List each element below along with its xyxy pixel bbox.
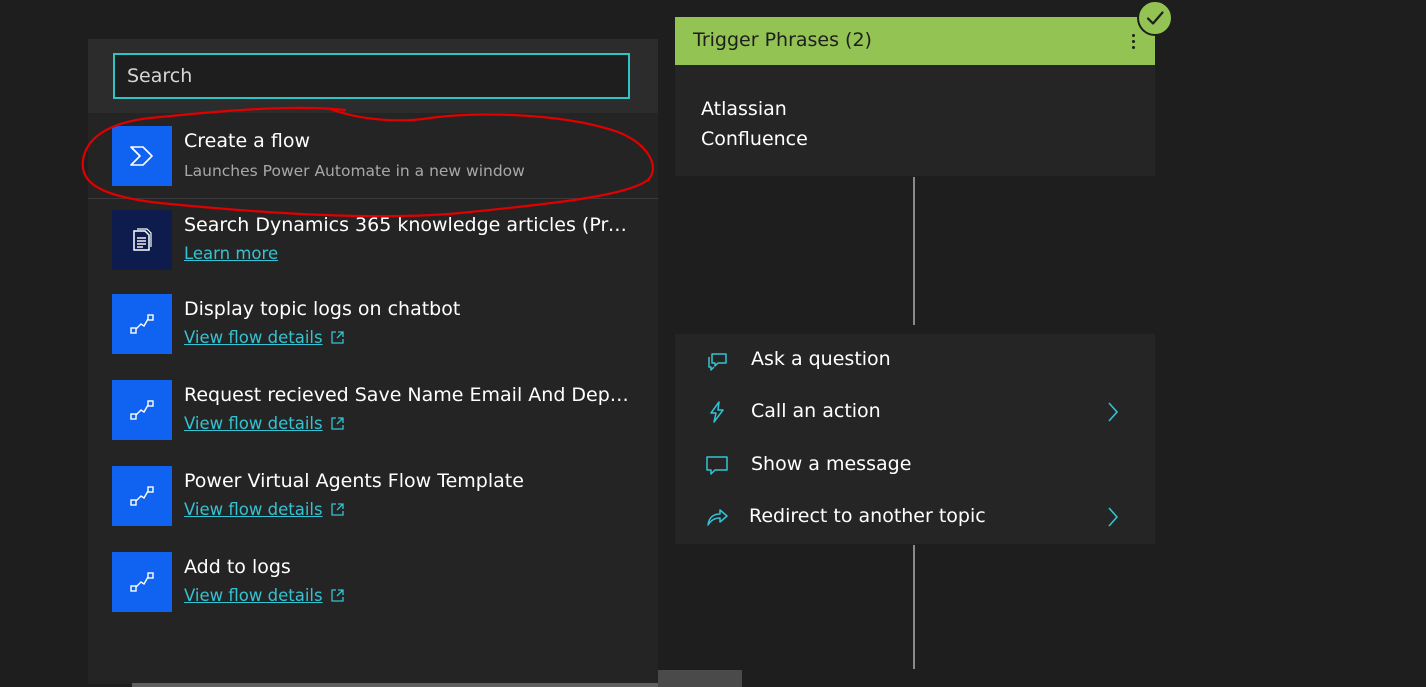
document-icon: [112, 210, 172, 270]
search-bar: [88, 39, 658, 113]
item-title: Search Dynamics 365 knowledge articles (…: [184, 214, 636, 236]
flow-icon: [112, 380, 172, 440]
message-icon: [706, 456, 728, 475]
trigger-card-header: Trigger Phrases (2): [675, 17, 1155, 65]
add-menu-label: Call an action: [751, 400, 881, 422]
connector-line-top: [913, 177, 915, 325]
item-title: Add to logs: [184, 556, 291, 578]
call-action-option[interactable]: Call an action: [675, 386, 1155, 438]
search-input[interactable]: [113, 53, 630, 99]
link-text[interactable]: Learn more: [184, 244, 278, 263]
view-flow-details-link[interactable]: View flow details: [184, 328, 344, 347]
redirect-topic-option[interactable]: Redirect to another topic: [675, 491, 1155, 543]
scrollbar-thumb[interactable]: [658, 670, 742, 687]
add-menu-label: Ask a question: [751, 348, 891, 370]
add-menu-label: Show a message: [751, 453, 912, 475]
trigger-card-title: Trigger Phrases (2): [693, 29, 872, 51]
external-link-icon: [330, 589, 344, 602]
question-chat-icon: [708, 353, 727, 371]
add-node-menu: Ask a question Call an action Show a mes…: [675, 334, 1155, 544]
external-link-icon: [330, 503, 344, 516]
more-options-icon[interactable]: [1121, 29, 1145, 53]
checkmark-icon: [1137, 0, 1173, 36]
horizontal-scrollbar[interactable]: [132, 683, 658, 687]
power-automate-icon: [112, 126, 172, 186]
external-link-icon: [330, 417, 344, 430]
flow-icon: [112, 294, 172, 354]
external-link-icon: [330, 331, 344, 344]
item-subtitle: Launches Power Automate in a new window: [184, 162, 525, 180]
lightning-icon: [710, 401, 724, 423]
item-title: Power Virtual Agents Flow Template: [184, 470, 524, 492]
link-text[interactable]: View flow details: [184, 414, 323, 433]
view-flow-details-link[interactable]: View flow details: [184, 414, 344, 433]
view-flow-details-link[interactable]: View flow details: [184, 500, 344, 519]
link-text[interactable]: View flow details: [184, 328, 323, 347]
view-flow-details-link[interactable]: View flow details: [184, 586, 344, 605]
link-text[interactable]: View flow details: [184, 500, 323, 519]
trigger-phrase-list: Atlassian Confluence: [701, 94, 808, 154]
flow-icon: [112, 466, 172, 526]
add-menu-label: Redirect to another topic: [749, 505, 986, 527]
chevron-right-icon: [1108, 507, 1119, 527]
flow-icon: [112, 552, 172, 612]
ask-question-option[interactable]: Ask a question: [675, 334, 1155, 386]
trigger-phrase: Atlassian: [701, 98, 787, 120]
item-title: Display topic logs on chatbot: [184, 298, 461, 320]
item-title: Create a flow: [184, 130, 310, 152]
connector-line-bottom: [913, 545, 915, 669]
redirect-arrow-icon: [707, 509, 728, 526]
trigger-phrase: Confluence: [701, 128, 808, 150]
trigger-phrases-card[interactable]: Trigger Phrases (2) Atlassian Confluence: [675, 17, 1155, 176]
link-text[interactable]: View flow details: [184, 586, 323, 605]
item-title: Request recieved Save Name Email And Dep…: [184, 384, 636, 406]
learn-more-link[interactable]: Learn more: [184, 244, 278, 263]
chevron-right-icon: [1108, 402, 1119, 422]
divider: [88, 198, 658, 199]
show-message-option[interactable]: Show a message: [675, 439, 1155, 491]
flow-picker-panel: Create a flow Launches Power Automate in…: [88, 39, 658, 684]
